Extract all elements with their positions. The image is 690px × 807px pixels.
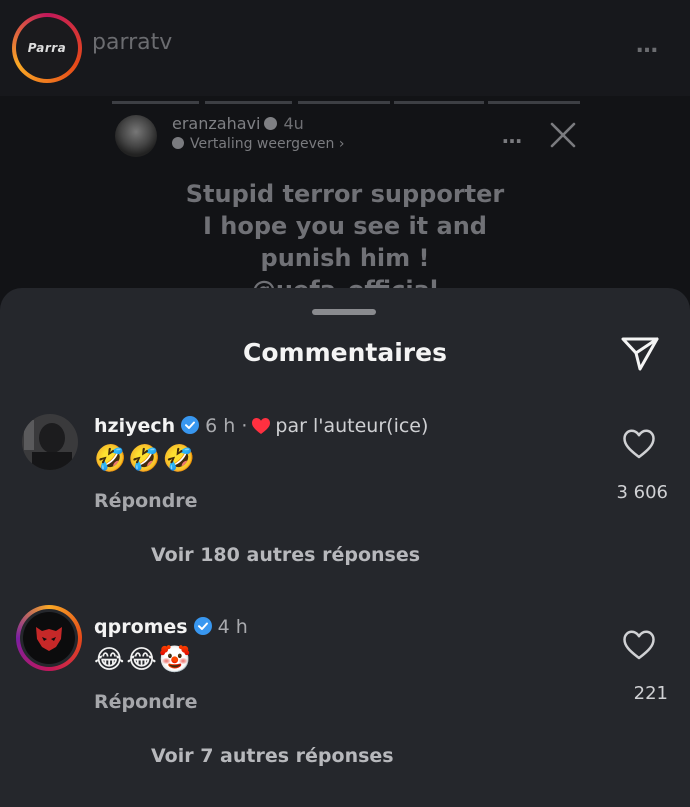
avatar-photo	[20, 609, 78, 667]
comment-username[interactable]: hziyech	[94, 415, 175, 437]
verified-badge-icon	[181, 416, 200, 434]
story-text-line: I hope you see it and	[203, 212, 487, 240]
story-translate-link: Vertaling weergeven ›	[172, 136, 344, 152]
story-verified-icon	[264, 117, 278, 130]
story-username: eranzahavi	[172, 114, 261, 133]
story-time: 4u	[283, 114, 304, 133]
like-heart-icon[interactable]	[622, 428, 656, 460]
story-progress-segment	[488, 101, 580, 104]
comment-username[interactable]: qpromes	[94, 616, 188, 638]
like-heart-icon[interactable]	[622, 629, 656, 661]
comment-time: 6 h ·	[205, 415, 248, 437]
story-translate-label: Vertaling weergeven	[190, 136, 335, 152]
story-close-icon	[550, 122, 576, 148]
sheet-title: Commentaires	[243, 338, 447, 367]
story-progress-segment	[394, 101, 484, 104]
post-header: Parra parratv …	[0, 0, 690, 96]
story-avatar	[115, 115, 157, 157]
avatar-photo	[22, 414, 78, 470]
story-text-line: punish him !	[260, 244, 430, 272]
comment-text: 😂😂🤡	[94, 645, 194, 675]
reply-button[interactable]: Répondre	[94, 490, 198, 512]
avatar[interactable]	[22, 414, 78, 470]
comments-sheet: Commentaires hziyech 6 h · par l'auteur(ic…	[0, 288, 690, 807]
reply-button[interactable]: Répondre	[94, 691, 198, 713]
story-text-line: Stupid terror supporter	[185, 180, 505, 208]
verified-badge-icon	[193, 617, 212, 635]
comment-time: 4 h	[217, 616, 248, 638]
story-progress-segment	[298, 101, 390, 104]
story-progress-segment	[112, 101, 199, 104]
like-count: 221	[633, 683, 668, 704]
translate-icon	[172, 137, 184, 149]
more-options-icon[interactable]: …	[636, 35, 659, 57]
chevron-right-icon: ›	[338, 136, 345, 152]
comment-header: qpromes 4 h	[94, 616, 248, 638]
comment-header: hziyech 6 h · par l'auteur(ice)	[94, 415, 428, 437]
avatar[interactable]	[16, 605, 82, 671]
comment-text: 🤣🤣🤣	[94, 444, 198, 474]
story-more-icon: …	[502, 124, 523, 148]
sheet-drag-handle[interactable]	[312, 309, 376, 315]
story-progress-segment	[205, 101, 292, 104]
post-avatar-logo-text: Parra	[27, 41, 67, 55]
liked-by-author-heart-icon	[252, 418, 271, 434]
story-text: Stupid terror supporter I hope you see i…	[110, 178, 580, 306]
story-user-line: eranzahavi 4u	[172, 114, 304, 133]
liked-by-author-label: par l'auteur(ice)	[275, 415, 429, 437]
post-avatar[interactable]: Parra	[12, 13, 82, 83]
like-count: 3 606	[616, 482, 668, 503]
view-more-replies-button[interactable]: Voir 7 autres réponses	[151, 745, 394, 767]
post-username[interactable]: parratv	[92, 30, 172, 55]
view-more-replies-button[interactable]: Voir 180 autres réponses	[151, 544, 420, 566]
send-icon[interactable]	[620, 334, 660, 372]
